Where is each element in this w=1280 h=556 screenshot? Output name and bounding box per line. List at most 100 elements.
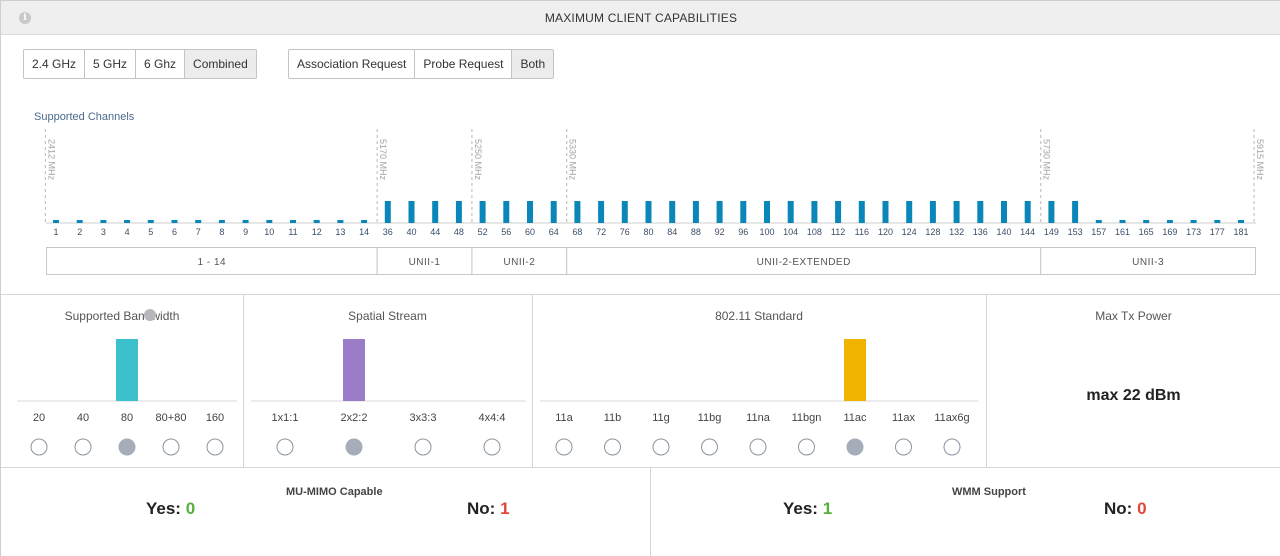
channel-bar xyxy=(882,201,889,223)
channel-tick-label: 96 xyxy=(738,227,748,237)
capability-radio[interactable] xyxy=(276,438,294,456)
request-filter-association[interactable]: Association Request xyxy=(289,50,416,78)
channel-bar xyxy=(1143,220,1150,223)
band-filter-combined[interactable]: Combined xyxy=(185,50,256,78)
band-filter-2-4ghz[interactable]: 2.4 GHz xyxy=(24,50,86,78)
wmm-yes: Yes: 1 xyxy=(783,499,832,519)
capability-radio[interactable] xyxy=(798,438,815,456)
capability-radio[interactable] xyxy=(74,438,92,456)
bandwidth-chart: 20 40 80 80+80 160 xyxy=(17,339,237,456)
capability-label: 4x4:4 xyxy=(479,412,506,424)
channel-tick-label: 14 xyxy=(359,227,369,237)
capability-label: 11ax6g xyxy=(934,412,969,424)
request-filter-probe[interactable]: Probe Request xyxy=(415,50,513,78)
capability-radio[interactable] xyxy=(30,438,48,456)
capability-label: 11ac xyxy=(843,412,867,424)
capability-radio[interactable] xyxy=(162,438,180,456)
request-filter-group: Association Request Probe Request Both xyxy=(288,49,555,79)
request-filter-both[interactable]: Both xyxy=(512,50,554,78)
band-filter-5ghz[interactable]: 5 GHz xyxy=(85,50,137,78)
capability-radio[interactable] xyxy=(652,438,670,456)
channel-tick-label: 157 xyxy=(1091,227,1106,237)
channel-bar xyxy=(218,220,225,223)
channel-tick-label: 4 xyxy=(125,227,130,237)
mu-mimo-no-count: 1 xyxy=(500,499,510,518)
channel-tick-label: 84 xyxy=(667,227,677,237)
capability-radio[interactable] xyxy=(483,438,501,456)
channel-tick-label: 13 xyxy=(335,227,345,237)
channel-bar xyxy=(76,220,83,223)
channel-tick-label: 11 xyxy=(288,227,297,237)
channel-bar xyxy=(147,220,154,223)
channel-tick-label: 80 xyxy=(643,227,653,237)
channel-bar xyxy=(929,201,936,223)
channel-bar xyxy=(835,201,842,223)
channel-tick-label: 5 xyxy=(148,227,153,237)
capability-radio[interactable] xyxy=(555,438,573,456)
freq-marker-label: 5915 MHz xyxy=(1255,139,1265,181)
capability-radio[interactable] xyxy=(118,438,136,456)
channel-bar xyxy=(242,220,249,223)
channel-bar xyxy=(503,201,510,223)
channel-bar xyxy=(787,201,794,223)
section-divider xyxy=(1,467,1280,468)
channel-tick-label: 44 xyxy=(430,227,440,237)
channel-tick-label: 181 xyxy=(1233,227,1248,237)
channel-bar xyxy=(645,201,652,223)
channel-tick-label: 6 xyxy=(172,227,177,237)
channel-tick-label: 128 xyxy=(925,227,940,237)
capability-radio[interactable] xyxy=(414,438,432,456)
channel-tick-label: 112 xyxy=(831,227,845,237)
capability-radio[interactable] xyxy=(895,438,912,456)
supported-channels-chart: 1 2 3 4 5 6 7 8 9 10 11 12 13 14 36 40 44 48 52 56 60 64 68 72 7… xyxy=(44,129,1265,237)
capability-label: 11g xyxy=(652,412,670,424)
tx-power-value: max 22 dBm xyxy=(1086,387,1181,404)
band-filter-group: 2.4 GHz 5 GHz 6 Ghz Combined xyxy=(23,49,257,79)
capability-label: 40 xyxy=(77,412,89,424)
channel-tick-label: 56 xyxy=(501,227,511,237)
capability-label: 11na xyxy=(746,412,771,424)
channel-bar xyxy=(408,201,415,223)
capability-radio[interactable] xyxy=(345,438,363,456)
channel-bar xyxy=(384,201,391,223)
channel-bar xyxy=(574,201,581,223)
capability-radio[interactable] xyxy=(749,438,767,456)
capability-radio[interactable] xyxy=(604,438,621,456)
channel-tick-label: 88 xyxy=(691,227,701,237)
channel-tick-label: 104 xyxy=(783,227,798,237)
band-label: UNII-2 xyxy=(503,257,535,268)
capability-radio[interactable] xyxy=(846,438,864,456)
channel-tick-label: 124 xyxy=(902,227,917,237)
capability-radio[interactable] xyxy=(206,438,224,456)
channel-bar xyxy=(858,201,865,223)
widget-header: i MAXIMUM CLIENT CAPABILITIES xyxy=(1,1,1280,35)
channel-tick-label: 169 xyxy=(1162,227,1177,237)
channel-tick-label: 177 xyxy=(1210,227,1225,237)
max-client-capabilities-widget: i MAXIMUM CLIENT CAPABILITIES 2.4 GHz 5 … xyxy=(0,0,1280,556)
channel-bar xyxy=(1190,220,1197,223)
wmm-no-count: 0 xyxy=(1137,499,1147,518)
channel-bar xyxy=(811,201,818,223)
channel-tick-label: 40 xyxy=(406,227,416,237)
capability-label: 80+80 xyxy=(156,412,187,424)
capability-radio[interactable] xyxy=(701,438,718,456)
channel-bar xyxy=(124,220,131,223)
channel-tick-label: 36 xyxy=(383,227,393,237)
channel-bar xyxy=(1238,220,1244,223)
band-label: UNII-1 xyxy=(409,257,441,268)
channel-bar xyxy=(266,220,273,223)
channel-tick-label: 64 xyxy=(549,227,559,237)
mu-mimo-yes-count: 0 xyxy=(185,499,196,518)
band-filter-6ghz[interactable]: 6 Ghz xyxy=(136,50,186,78)
channel-tick-label: 12 xyxy=(312,227,322,237)
capability-label: 11bg xyxy=(698,412,722,424)
capability-radio[interactable] xyxy=(943,438,961,456)
mu-mimo-no: No: 1 xyxy=(467,499,510,519)
wmm-yes-label: Yes: xyxy=(783,499,818,518)
channel-tick-label: 52 xyxy=(478,227,488,237)
channel-tick-label: 153 xyxy=(1068,227,1083,237)
channel-bar xyxy=(290,220,296,223)
channel-tick-label: 68 xyxy=(572,227,582,237)
channel-bar xyxy=(455,201,462,223)
channel-tick-label: 9 xyxy=(243,227,248,237)
